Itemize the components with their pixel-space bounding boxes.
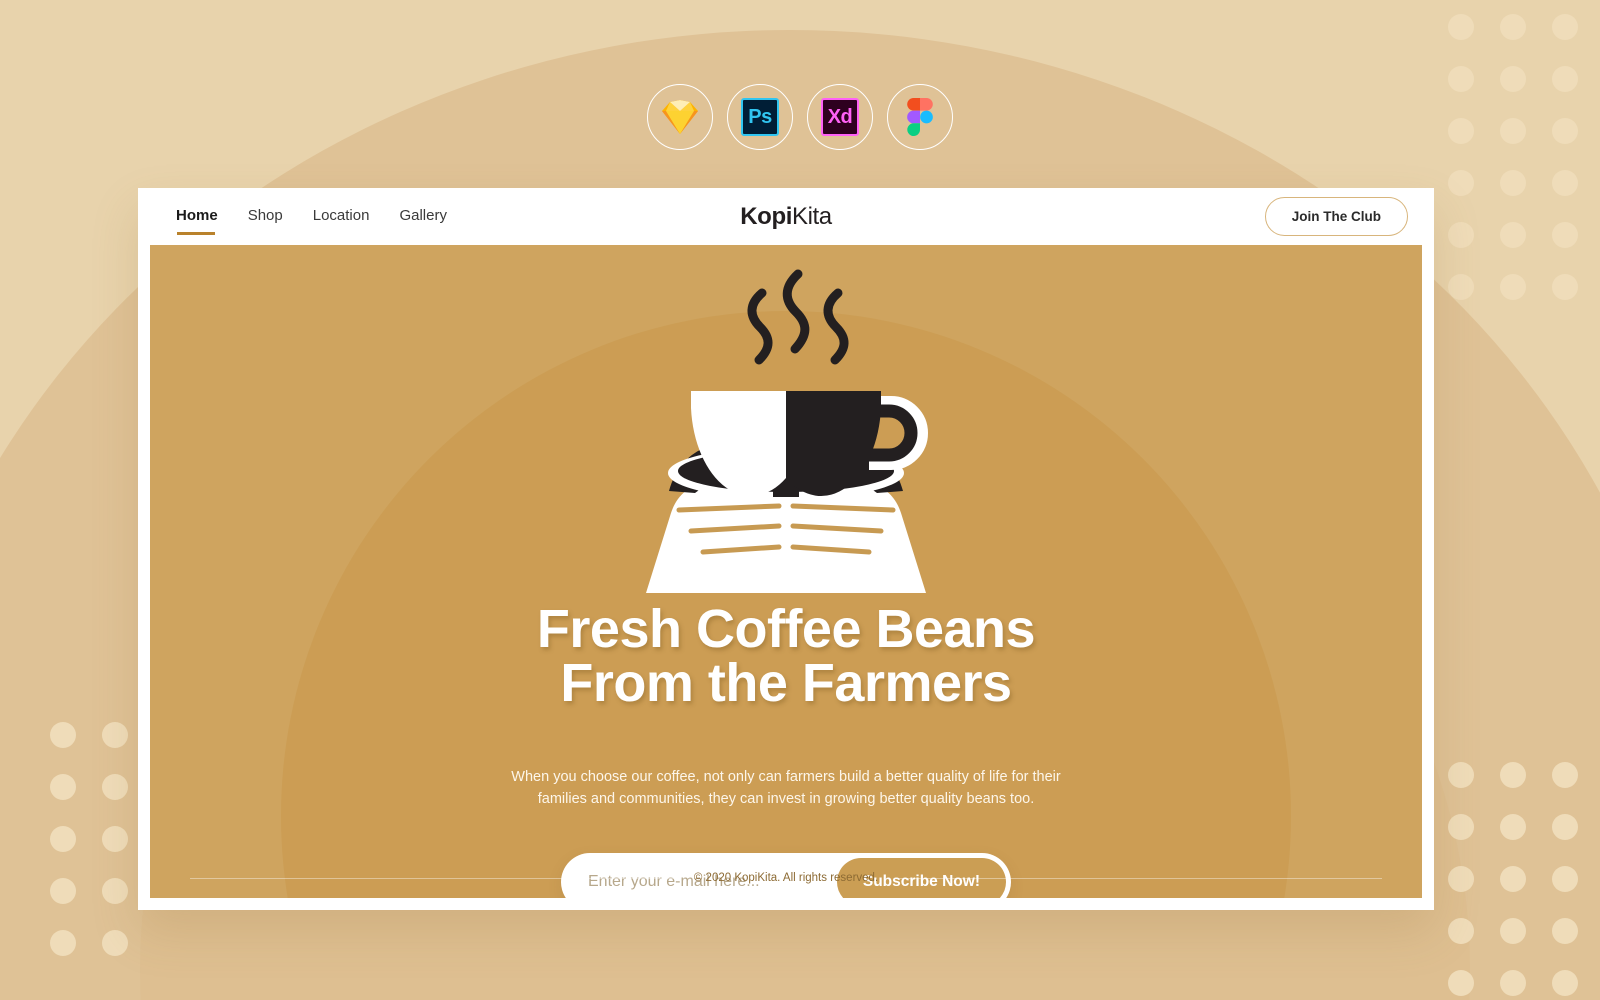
hero-headline-line-1: Fresh Coffee Beans <box>536 599 1036 659</box>
design-tool-badges: Ps Xd <box>0 84 1600 150</box>
dot-pattern-top-right <box>1448 14 1578 300</box>
photoshop-icon: Ps <box>740 97 780 137</box>
figma-icon <box>900 97 940 137</box>
main-navigation: Home Shop Location Gallery <box>176 207 447 235</box>
site-logo[interactable]: KopiKita <box>740 203 832 231</box>
nav-item-shop[interactable]: Shop <box>248 207 283 227</box>
join-the-club-button[interactable]: Join The Club <box>1264 197 1408 236</box>
hero-subtext: When you choose our coffee, not only can… <box>511 769 1061 808</box>
nav-item-home[interactable]: Home <box>176 207 218 235</box>
tool-badge-figma[interactable] <box>887 84 953 150</box>
dot-pattern-bottom-left <box>50 722 128 956</box>
adobe-xd-label: Xd <box>821 98 859 136</box>
logo-text-secondary: Kita <box>791 202 832 230</box>
dot-pattern-bottom-right <box>1448 762 1578 996</box>
adobe-xd-icon: Xd <box>820 97 860 137</box>
coffee-cup-illustration <box>551 263 1021 598</box>
nav-item-location[interactable]: Location <box>313 207 370 227</box>
tool-badge-photoshop[interactable]: Ps <box>727 84 793 150</box>
site-footer: © 2020 KopiKita. All rights reserved. <box>150 872 1422 884</box>
tool-badge-adobe-xd[interactable]: Xd <box>807 84 873 150</box>
footer-copyright: © 2020 KopiKita. All rights reserved. <box>693 872 879 884</box>
hero-headline: Fresh Coffee Beans From the Farmers <box>536 599 1036 713</box>
photoshop-label: Ps <box>741 98 779 136</box>
footer-divider-left <box>190 877 676 879</box>
hero-headline-line-2: From the Farmers <box>560 653 1012 713</box>
tool-badge-sketch[interactable] <box>647 84 713 150</box>
website-mockup-card: Home Shop Location Gallery KopiKita Join… <box>138 188 1434 910</box>
hero-section: Fresh Coffee Beans From the Farmers When… <box>150 245 1422 898</box>
site-header: Home Shop Location Gallery KopiKita Join… <box>138 188 1434 245</box>
footer-divider-right <box>896 877 1383 879</box>
nav-item-gallery[interactable]: Gallery <box>399 207 447 227</box>
sketch-icon <box>660 97 700 137</box>
logo-text-primary: Kopi <box>740 202 792 230</box>
